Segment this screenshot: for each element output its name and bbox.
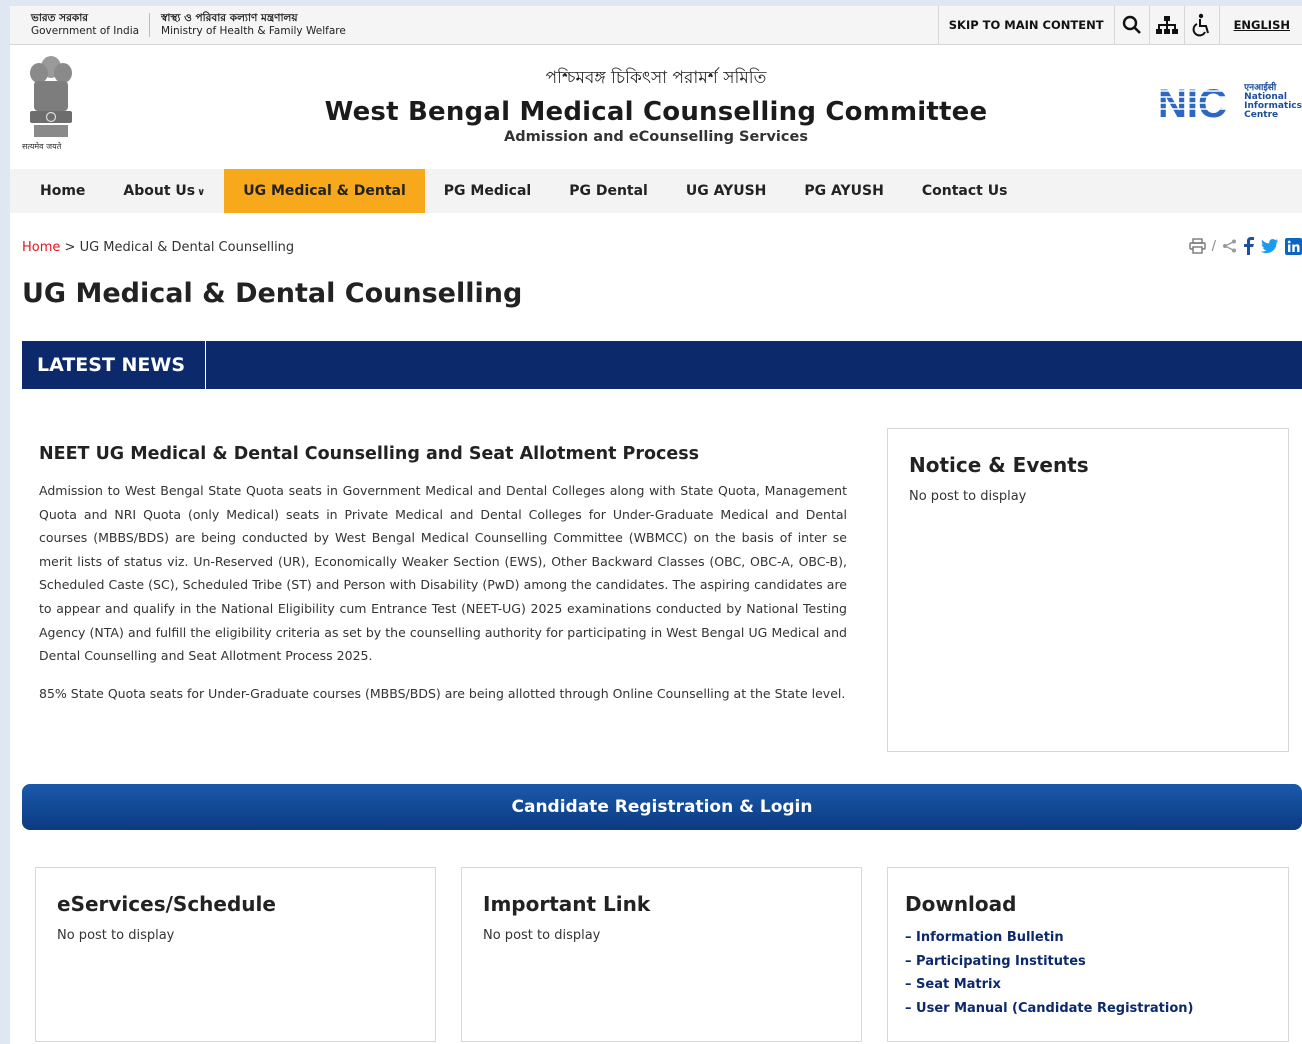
nav-contact-us[interactable]: Contact Us	[903, 169, 1027, 213]
gov-hindi: ভারত সরকার	[31, 12, 89, 24]
latest-news-bar: LATEST NEWS	[22, 341, 1302, 389]
important-link-empty-text: No post to display	[483, 928, 601, 943]
ministry-hindi: স্বাস্থ্য ও পরিবার কল্যাণ মন্ত্রণালয়	[161, 12, 298, 24]
accessibility-icon[interactable]	[1185, 13, 1219, 37]
chevron-down-icon: ∨	[197, 187, 206, 198]
nic-text: एनआईसी National Informatics Centre	[1244, 84, 1302, 120]
breadcrumb-separator: >	[64, 240, 76, 255]
gov-english: Government of India	[31, 25, 140, 37]
article-paragraph-1: Admission to West Bengal State Quota sea…	[39, 483, 847, 664]
gov-of-india[interactable]: ভারত সরকার Government of India	[10, 12, 149, 38]
print-icon[interactable]	[1188, 238, 1206, 254]
page-title: UG Medical & Dental Counselling	[22, 278, 523, 309]
site-title[interactable]: West Bengal Medical Counselling Committe…	[10, 97, 1302, 127]
nav-about-us[interactable]: About Us ∨	[104, 169, 224, 213]
site-subtitle: Admission and eCounselling Services	[504, 129, 808, 145]
nav-about-us-label: About Us	[123, 183, 196, 199]
important-link-card: Important Link No post to display	[461, 867, 862, 1042]
gov-topbar: ভারত সরকার Government of India স্বাস্থ্য…	[10, 6, 1302, 45]
linkedin-icon[interactable]	[1285, 237, 1302, 255]
ministry[interactable]: স্বাস্থ্য ও পরিবার কল্যাণ মন্ত্রণালয় Mi…	[150, 12, 356, 38]
twitter-icon[interactable]	[1261, 238, 1279, 254]
download-link-user-manual[interactable]: – User Manual (Candidate Registration)	[905, 997, 1271, 1021]
candidate-registration-login-button[interactable]: Candidate Registration & Login	[22, 784, 1302, 830]
skip-to-main-link[interactable]: SKIP TO MAIN CONTENT	[939, 18, 1114, 32]
search-icon[interactable]	[1115, 15, 1149, 35]
latest-news-label: LATEST NEWS	[22, 341, 206, 389]
nav-pg-medical[interactable]: PG Medical	[425, 169, 550, 213]
page: ভারত সরকার Government of India স্বাস্থ্য…	[10, 6, 1302, 1044]
share-separator: /	[1211, 238, 1216, 254]
nav-pg-ayush[interactable]: PG AYUSH	[785, 169, 902, 213]
article-paragraph-2: 85% State Quota seats for Under-Graduate…	[39, 685, 846, 701]
download-link-participating-institutes[interactable]: – Participating Institutes	[905, 950, 1271, 974]
eservices-title: eServices/Schedule	[57, 892, 276, 916]
notice-empty-text: No post to display	[909, 489, 1027, 504]
site-header: सत्यमेव जयते পশ্চিমবঙ্গ চিকিৎসা পরামর্শ …	[10, 45, 1302, 169]
download-card: Download – Information Bulletin – Partic…	[887, 867, 1289, 1042]
download-title: Download	[905, 892, 1017, 916]
notice-events-title: Notice & Events	[909, 453, 1089, 477]
ministry-english: Ministry of Health & Family Welfare	[161, 25, 346, 37]
article-title: NEET UG Medical & Dental Counselling and…	[39, 444, 700, 464]
important-link-title: Important Link	[483, 892, 651, 916]
breadcrumb: Home > UG Medical & Dental Counselling	[22, 240, 294, 255]
nic-line3: Centre	[1244, 110, 1279, 120]
share-icon[interactable]	[1222, 239, 1237, 253]
breadcrumb-current: UG Medical & Dental Counselling	[79, 240, 295, 255]
nav-home[interactable]: Home	[10, 169, 104, 213]
nic-logo[interactable]: NIC एनआईसी National Informatics Centre	[1158, 81, 1302, 123]
nav-ug-medical-dental[interactable]: UG Medical & Dental	[224, 169, 425, 213]
download-link-information-bulletin[interactable]: – Information Bulletin	[905, 926, 1271, 950]
nic-logo-icon: NIC	[1158, 82, 1241, 123]
nav-ug-ayush[interactable]: UG AYUSH	[667, 169, 786, 213]
sitemap-icon[interactable]	[1150, 15, 1184, 35]
site-titles: পশ্চিমবঙ্গ চিকিৎসা পরামর্শ সমিতি West Be…	[10, 65, 1302, 145]
facebook-icon[interactable]	[1243, 237, 1255, 255]
download-link-seat-matrix[interactable]: – Seat Matrix	[905, 973, 1271, 997]
eservices-empty-text: No post to display	[57, 928, 175, 943]
main-article: NEET UG Medical & Dental Counselling and…	[39, 444, 847, 719]
main-nav: Home About Us ∨ UG Medical & Dental PG Me…	[10, 169, 1302, 213]
site-title-bengali: পশ্চিমবঙ্গ চিকিৎসা পরামর্শ সমিতি	[545, 68, 767, 88]
topbar-tools: SKIP TO MAIN CONTENT ENGLISH	[937, 6, 1302, 44]
share-tools: /	[1188, 237, 1302, 255]
language-link[interactable]: ENGLISH	[1220, 18, 1302, 32]
download-list: – Information Bulletin – Participating I…	[905, 926, 1271, 1020]
breadcrumb-bar: Home > UG Medical & Dental Counselling /	[10, 213, 1302, 283]
nav-pg-dental[interactable]: PG Dental	[550, 169, 667, 213]
eservices-card: eServices/Schedule No post to display	[35, 867, 436, 1042]
breadcrumb-home-link[interactable]: Home	[22, 240, 60, 255]
notice-events-card: Notice & Events No post to display	[887, 428, 1289, 752]
